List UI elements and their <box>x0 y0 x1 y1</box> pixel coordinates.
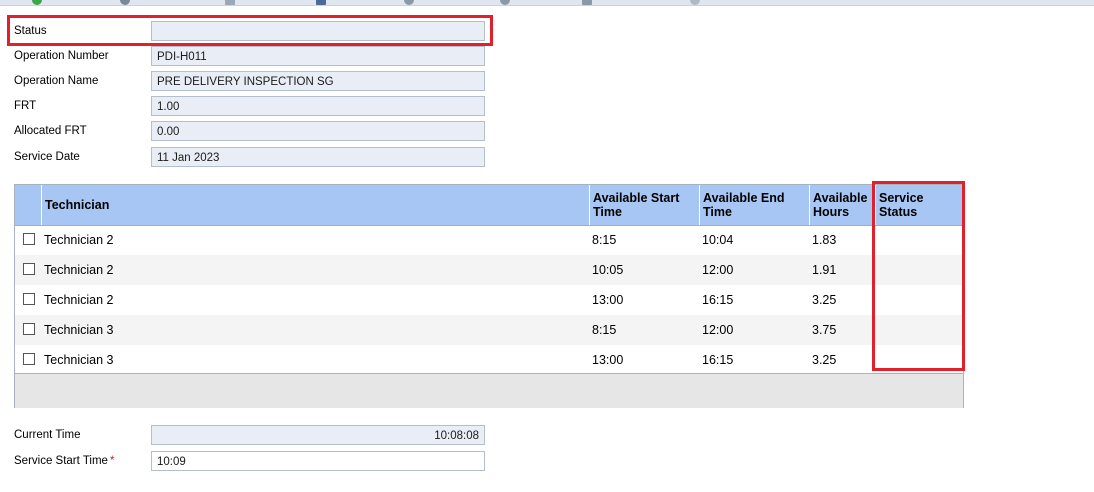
add-icon[interactable] <box>32 0 42 5</box>
service-start-time-row: Service Start Time * 10:09 <box>14 451 494 475</box>
frt-label: FRT <box>14 100 37 112</box>
toolbar-strip <box>0 0 1094 6</box>
required-marker: * <box>109 455 115 467</box>
table-row[interactable]: Technician 2 8:15 10:04 1.83 <box>15 225 963 255</box>
select-all-header <box>15 185 41 225</box>
operation-number-row: Operation Number PDI-H011 <box>14 46 494 70</box>
cell-start-time: 13:00 <box>592 353 624 367</box>
cell-hours: 3.25 <box>812 353 837 367</box>
operation-name-label: Operation Name <box>14 75 99 87</box>
cell-end-time: 10:04 <box>702 233 734 247</box>
operation-number-label: Operation Number <box>14 50 109 62</box>
frt-row: FRT 1.00 <box>14 96 494 120</box>
current-time-row: Current Time 10:08:08 <box>14 425 494 449</box>
cell-start-time: 10:05 <box>592 263 624 277</box>
current-time-field[interactable]: 10:08:08 <box>151 425 485 445</box>
header-available-hours[interactable]: Available Hours <box>809 185 875 225</box>
cell-hours: 3.25 <box>812 293 837 307</box>
service-start-time-label-text: Service Start Time <box>14 455 108 467</box>
operation-name-row: Operation Name PRE DELIVERY INSPECTION S… <box>14 71 494 95</box>
allocated-frt-label: Allocated FRT <box>14 125 87 137</box>
cell-technician: Technician 2 <box>44 233 114 247</box>
grid-footer <box>15 373 963 408</box>
cell-hours: 1.83 <box>812 233 837 247</box>
settings-icon[interactable] <box>690 0 700 5</box>
document-icon[interactable] <box>225 0 235 5</box>
cell-end-time: 16:15 <box>702 293 734 307</box>
table-row[interactable]: Technician 3 13:00 16:15 3.25 <box>15 345 963 375</box>
table-row[interactable]: Technician 3 8:15 12:00 3.75 <box>15 315 963 345</box>
save-icon[interactable] <box>316 0 326 5</box>
cell-hours: 3.75 <box>812 323 837 337</box>
cell-start-time: 8:15 <box>592 323 617 337</box>
service-date-label: Service Date <box>14 151 80 163</box>
row-checkbox[interactable] <box>23 233 35 245</box>
print-icon[interactable] <box>582 0 592 5</box>
status-highlight <box>7 15 493 46</box>
service-date-field[interactable]: 11 Jan 2023 <box>151 147 485 167</box>
cell-end-time: 12:00 <box>702 263 734 277</box>
operation-number-field[interactable]: PDI-H011 <box>151 46 485 66</box>
cell-technician: Technician 3 <box>44 323 114 337</box>
header-available-end-time[interactable]: Available End Time <box>699 185 809 225</box>
table-row[interactable]: Technician 2 13:00 16:15 3.25 <box>15 285 963 315</box>
cell-end-time: 16:15 <box>702 353 734 367</box>
frt-field[interactable]: 1.00 <box>151 96 485 116</box>
technician-grid: Technician Available Start Time Availabl… <box>14 184 964 408</box>
cell-start-time: 13:00 <box>592 293 624 307</box>
allocated-frt-field[interactable]: 0.00 <box>151 121 485 141</box>
header-technician[interactable]: Technician <box>41 185 589 225</box>
refresh-icon[interactable] <box>120 0 130 5</box>
operation-name-field[interactable]: PRE DELIVERY INSPECTION SG <box>151 71 485 91</box>
row-checkbox[interactable] <box>23 353 35 365</box>
service-start-time-input[interactable]: 10:09 <box>151 451 485 471</box>
search-icon[interactable] <box>404 0 414 5</box>
table-row[interactable]: Technician 2 10:05 12:00 1.91 <box>15 255 963 285</box>
cell-start-time: 8:15 <box>592 233 617 247</box>
service-start-time-label: Service Start Time * <box>14 455 114 467</box>
grid-header: Technician Available Start Time Availabl… <box>15 185 963 226</box>
row-checkbox[interactable] <box>23 323 35 335</box>
cell-technician: Technician 3 <box>44 353 114 367</box>
service-date-row: Service Date 11 Jan 2023 <box>14 147 494 171</box>
service-status-highlight <box>872 181 965 371</box>
cell-technician: Technician 2 <box>44 293 114 307</box>
current-time-label: Current Time <box>14 429 81 441</box>
cell-technician: Technician 2 <box>44 263 114 277</box>
cell-hours: 1.91 <box>812 263 837 277</box>
row-checkbox[interactable] <box>23 293 35 305</box>
row-checkbox[interactable] <box>23 263 35 275</box>
info-icon[interactable] <box>500 0 510 5</box>
cell-end-time: 12:00 <box>702 323 734 337</box>
header-available-start-time[interactable]: Available Start Time <box>589 185 699 225</box>
allocated-frt-row: Allocated FRT 0.00 <box>14 121 494 145</box>
